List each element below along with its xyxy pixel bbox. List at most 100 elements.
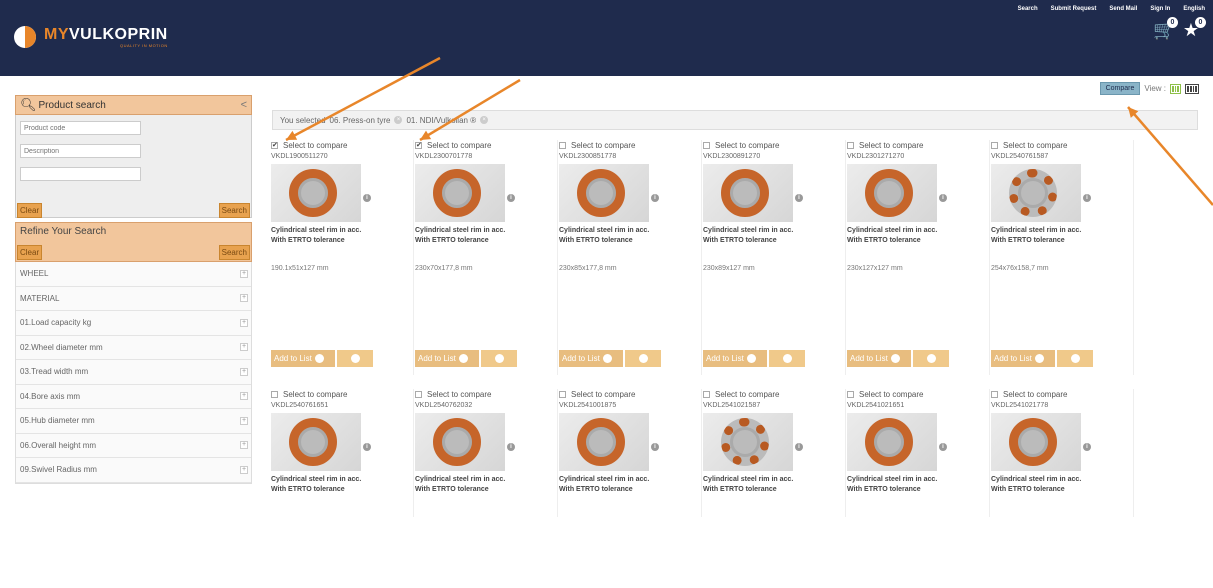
expand-icon[interactable]: + (240, 392, 248, 401)
select-to-compare[interactable]: Select to compare (559, 140, 701, 150)
product-image[interactable] (559, 413, 649, 471)
details-button[interactable] (1057, 350, 1093, 367)
compare-checkbox[interactable] (991, 390, 998, 398)
product-code-input[interactable] (20, 121, 141, 135)
details-button[interactable] (913, 350, 949, 367)
select-to-compare[interactable]: Select to compare (559, 389, 701, 399)
product-code[interactable]: VKDL1900511270 (271, 153, 413, 160)
filter-swivel-radius[interactable]: 09.Swivel Radius mm + (16, 458, 251, 483)
product-code[interactable]: VKDL2300891270 (703, 153, 845, 160)
select-to-compare[interactable]: Select to compare (271, 389, 413, 399)
details-button[interactable] (337, 350, 373, 367)
info-icon[interactable]: i (651, 443, 659, 451)
compare-checkbox[interactable]: ✔ (271, 141, 278, 149)
nav-submit-request-link[interactable]: Submit Request (1051, 6, 1097, 12)
nav-sign-in-link[interactable]: Sign In (1150, 6, 1170, 12)
select-to-compare[interactable]: ✔ Select to compare (415, 140, 557, 150)
product-code[interactable]: VKDL2301271270 (847, 153, 989, 160)
expand-icon[interactable]: + (240, 441, 248, 450)
select-to-compare[interactable]: Select to compare (703, 140, 845, 150)
list-view-icon[interactable] (1185, 83, 1199, 94)
product-search-header[interactable]: 🔍︎ Product search < (15, 95, 252, 115)
add-to-list-button[interactable]: Add to List (415, 350, 479, 367)
compare-checkbox[interactable]: ✔ (415, 141, 422, 149)
compare-checkbox[interactable] (847, 390, 854, 398)
refine-search-button[interactable]: Search (218, 245, 250, 260)
clear-button[interactable]: Clear (17, 203, 43, 218)
product-image[interactable] (415, 413, 505, 471)
remove-filter-icon[interactable]: × (480, 116, 489, 124)
details-button[interactable] (625, 350, 661, 367)
compare-checkbox[interactable] (559, 390, 566, 398)
details-button[interactable] (769, 350, 805, 367)
filter-hub-diameter[interactable]: 05.Hub diameter mm + (16, 409, 251, 434)
nav-send-mail-link[interactable]: Send Mail (1109, 6, 1137, 12)
select-to-compare[interactable]: Select to compare (703, 389, 845, 399)
expand-icon[interactable]: + (240, 465, 248, 474)
compare-checkbox[interactable] (559, 141, 566, 149)
compare-button[interactable]: Compare (1099, 82, 1141, 95)
product-code[interactable]: VKDL2300851778 (559, 153, 701, 160)
nav-language-link[interactable]: English (1183, 6, 1205, 12)
description-input[interactable] (20, 144, 141, 158)
nav-search-link[interactable]: Search (1018, 6, 1038, 12)
expand-icon[interactable]: + (240, 294, 248, 303)
info-icon[interactable]: i (507, 194, 515, 202)
product-image[interactable] (847, 413, 937, 471)
expand-icon[interactable]: + (240, 367, 248, 376)
add-to-list-button[interactable]: Add to List (991, 350, 1055, 367)
info-icon[interactable]: i (363, 443, 371, 451)
compare-checkbox[interactable] (271, 390, 278, 398)
compare-checkbox[interactable] (847, 141, 854, 149)
info-icon[interactable]: i (939, 194, 947, 202)
expand-icon[interactable]: + (240, 318, 248, 327)
info-icon[interactable]: i (795, 194, 803, 202)
info-icon[interactable]: i (363, 194, 371, 202)
filter-load-capacity[interactable]: 01.Load capacity kg + (16, 311, 251, 336)
filter-tread-width[interactable]: 03.Tread width mm + (16, 360, 251, 385)
info-icon[interactable]: i (1083, 194, 1091, 202)
compare-checkbox[interactable] (703, 390, 710, 398)
expand-icon[interactable]: + (240, 343, 248, 352)
select-to-compare[interactable]: Select to compare (991, 389, 1133, 399)
info-icon[interactable]: i (1083, 443, 1091, 451)
product-image[interactable] (559, 164, 649, 222)
filter-bore-axis[interactable]: 04.Bore axis mm + (16, 384, 251, 409)
product-image[interactable] (271, 413, 361, 471)
expand-icon[interactable]: + (240, 416, 248, 425)
remove-filter-icon[interactable]: × (394, 116, 403, 124)
product-code[interactable]: VKDL2540762032 (415, 402, 557, 409)
product-code[interactable]: VKDL2541021651 (847, 402, 989, 409)
compare-checkbox[interactable] (703, 141, 710, 149)
grid-view-icon[interactable] (1170, 83, 1181, 94)
product-image[interactable] (703, 413, 793, 471)
product-image[interactable] (991, 413, 1081, 471)
collapse-icon[interactable]: < (241, 99, 247, 111)
product-image[interactable] (271, 164, 361, 222)
expand-icon[interactable]: + (240, 269, 248, 278)
select-to-compare[interactable]: Select to compare (847, 389, 989, 399)
product-code[interactable]: VKDL2540761587 (991, 153, 1133, 160)
product-code[interactable]: VKDL2540761651 (271, 402, 413, 409)
filter-overall-height[interactable]: 06.Overall height mm + (16, 433, 251, 458)
info-icon[interactable]: i (651, 194, 659, 202)
compare-checkbox[interactable] (991, 141, 998, 149)
brand-logo[interactable]: MYVULKOPRIN QUALITY IN MOTION (14, 26, 168, 48)
refine-clear-button[interactable]: Clear (17, 245, 43, 260)
select-to-compare[interactable]: Select to compare (847, 140, 989, 150)
add-to-list-button[interactable]: Add to List (703, 350, 767, 367)
product-code[interactable]: VKDL2541001875 (559, 402, 701, 409)
product-image[interactable] (991, 164, 1081, 222)
filter-wheel[interactable]: WHEEL + (16, 262, 251, 287)
product-image[interactable] (847, 164, 937, 222)
extra-search-input[interactable] (20, 167, 141, 181)
filter-material[interactable]: MATERIAL + (16, 286, 251, 311)
product-code[interactable]: VKDL2300701778 (415, 153, 557, 160)
add-to-list-button[interactable]: Add to List (559, 350, 623, 367)
cart-icon[interactable]: 🛒 0 (1153, 17, 1178, 40)
product-code[interactable]: VKDL2541021778 (991, 402, 1133, 409)
product-image[interactable] (703, 164, 793, 222)
add-to-list-button[interactable]: Add to List (271, 350, 335, 367)
search-button[interactable]: Search (218, 203, 250, 218)
select-to-compare[interactable]: Select to compare (415, 389, 557, 399)
